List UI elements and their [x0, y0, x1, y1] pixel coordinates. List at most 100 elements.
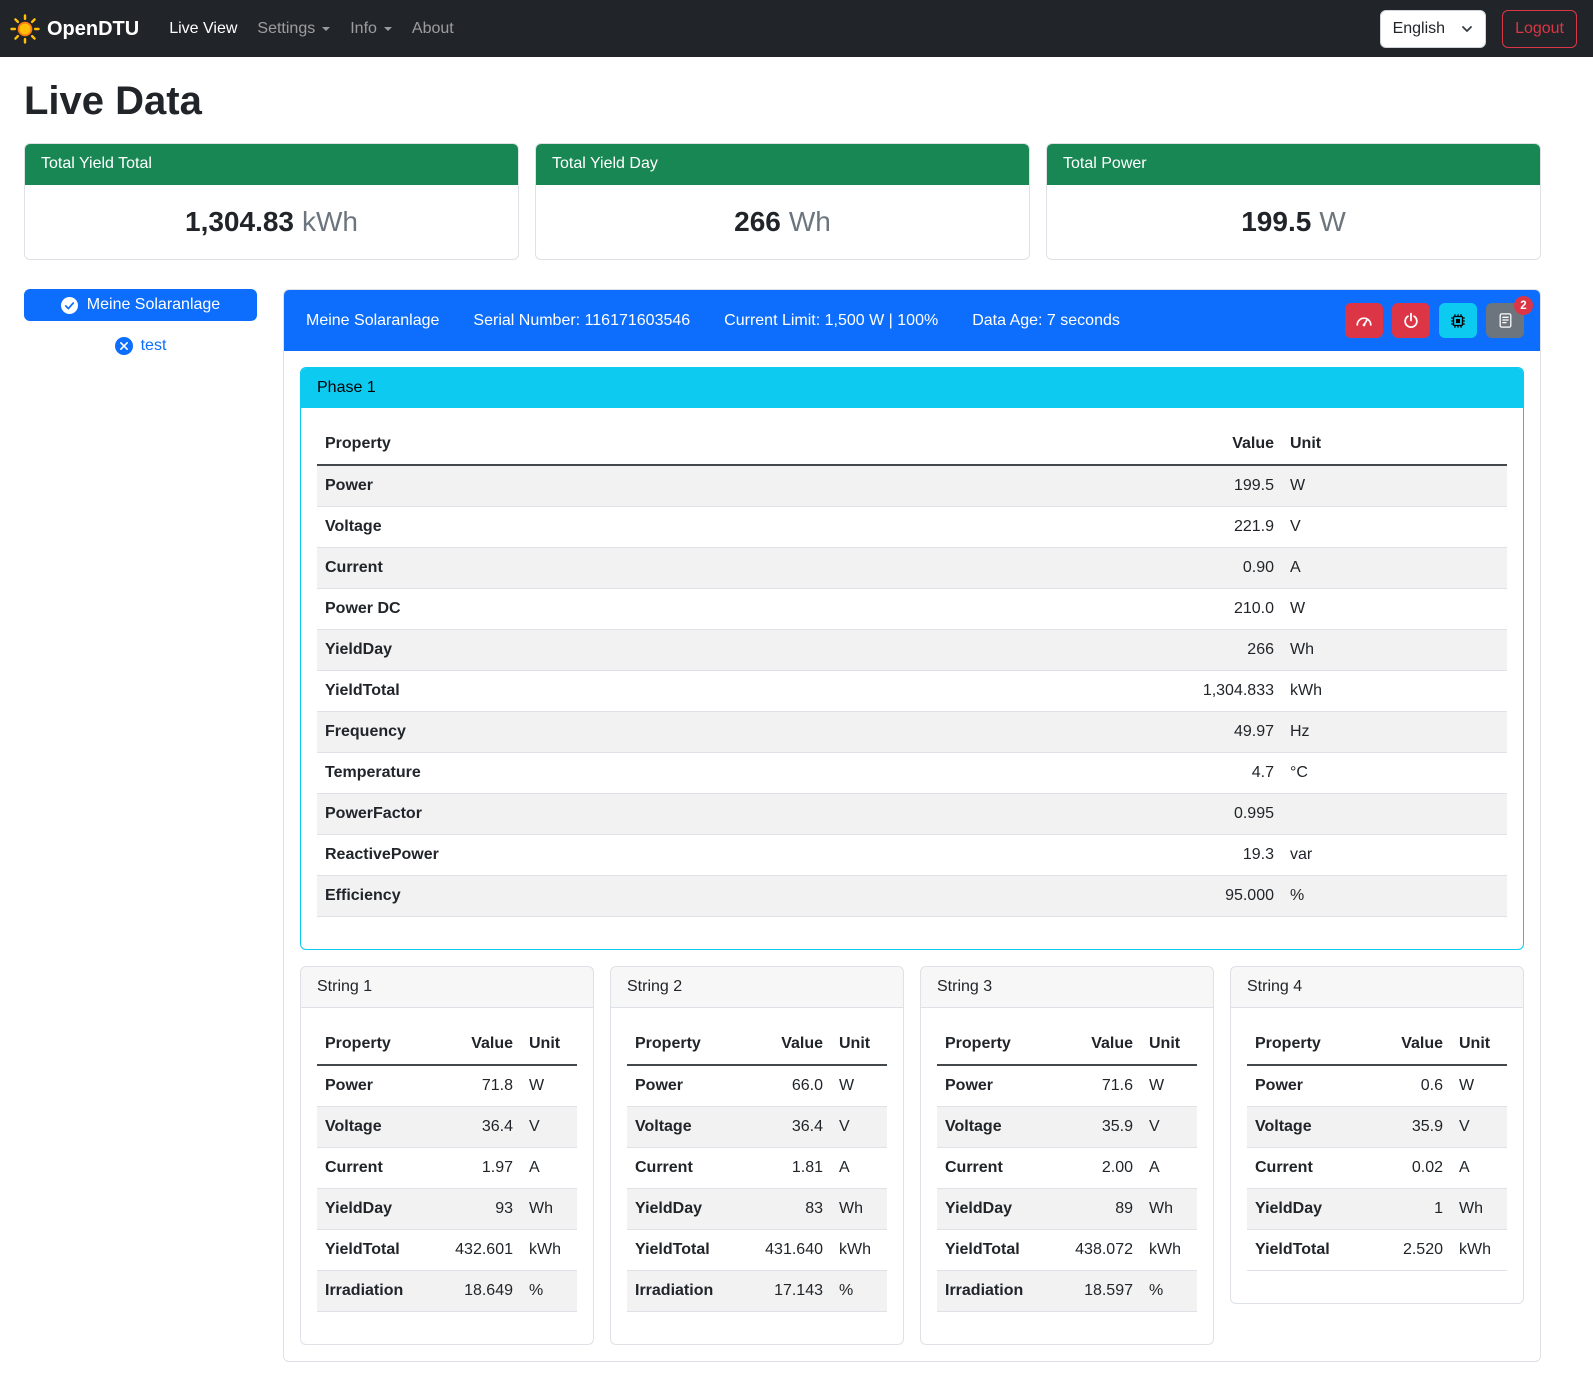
column-header-unit: Unit: [1141, 1024, 1197, 1065]
property-cell: Power: [317, 465, 1142, 507]
table-row: Current1.97A: [317, 1148, 577, 1189]
table-row: Current0.02A: [1247, 1148, 1507, 1189]
string-table: PropertyValueUnitPower66.0WVoltage36.4VC…: [627, 1024, 887, 1312]
table-row: YieldTotal2.520kWh: [1247, 1230, 1507, 1271]
power-control-button[interactable]: [1392, 303, 1430, 338]
value-cell: 18.649: [441, 1271, 521, 1312]
device-info-button[interactable]: [1439, 303, 1477, 338]
strings-row: String 1PropertyValueUnitPower71.8WVolta…: [300, 966, 1524, 1345]
property-cell: Voltage: [1247, 1107, 1371, 1148]
string-card: String 1 PropertyValueUnitPower71.8WVolta…: [300, 966, 594, 1345]
table-row: Power66.0W: [627, 1065, 887, 1107]
value-cell: 66.0: [751, 1065, 831, 1107]
table-header-row: PropertyValueUnit: [317, 1024, 577, 1065]
inverter-item-meine-solaranlage[interactable]: Meine Solaranlage: [24, 289, 257, 321]
table-row: YieldDay266Wh: [317, 630, 1507, 671]
column-header-property: Property: [627, 1024, 751, 1065]
summary-card-title: Total Power: [1047, 144, 1540, 185]
column-header-unit: Unit: [1451, 1024, 1507, 1065]
table-row: ReactivePower19.3var: [317, 835, 1507, 876]
table-header-row: PropertyValueUnit: [1247, 1024, 1507, 1065]
string-card-body: PropertyValueUnitPower71.6WVoltage35.9VC…: [921, 1008, 1213, 1344]
serial-number: Serial Number: 116171603546: [473, 309, 690, 333]
navbar-right: English Logout: [1380, 10, 1577, 48]
event-log-button[interactable]: 2: [1486, 303, 1524, 338]
sun-logo-icon: [10, 14, 40, 44]
chevron-down-icon: [1461, 23, 1473, 35]
language-select-value: English: [1393, 17, 1445, 41]
property-cell: Frequency: [317, 712, 1142, 753]
value-cell: 0.995: [1142, 794, 1282, 835]
brand-link[interactable]: OpenDTU: [10, 14, 139, 44]
main-content: Live Data Total Yield Total 1,304.83kWh …: [0, 57, 1593, 1386]
column-header-unit: Unit: [831, 1024, 887, 1065]
unit-cell: %: [1282, 876, 1507, 917]
property-cell: Irradiation: [937, 1271, 1061, 1312]
unit-cell: [1282, 794, 1507, 835]
table-row: YieldTotal432.601kWh: [317, 1230, 577, 1271]
string-card: String 3PropertyValueUnitPower71.6WVolta…: [920, 966, 1214, 1345]
nav-item-info[interactable]: Info: [340, 9, 402, 49]
unit-cell: Wh: [1282, 630, 1507, 671]
property-cell: YieldDay: [317, 630, 1142, 671]
journal-icon: [1497, 312, 1514, 329]
unit-cell: kWh: [1451, 1230, 1507, 1271]
table-row: Power71.8W: [317, 1065, 577, 1107]
string-card-title: String 1: [301, 967, 593, 1008]
chevron-down-icon: [384, 27, 392, 31]
unit-cell: A: [831, 1148, 887, 1189]
nav-item-live-view[interactable]: Live View: [159, 9, 247, 49]
property-cell: YieldDay: [627, 1189, 751, 1230]
unit-cell: %: [831, 1271, 887, 1312]
unit-cell: Wh: [1141, 1189, 1197, 1230]
summary-value-unit: Wh: [789, 206, 831, 237]
value-cell: 19.3: [1142, 835, 1282, 876]
inverter-name: Meine Solaranlage: [306, 309, 439, 333]
unit-cell: A: [521, 1148, 577, 1189]
unit-cell: kWh: [831, 1230, 887, 1271]
value-cell: 266: [1142, 630, 1282, 671]
language-select[interactable]: English: [1380, 10, 1486, 48]
unit-cell: W: [1282, 465, 1507, 507]
total-yield-day-card: Total Yield Day 266Wh: [535, 143, 1030, 260]
value-cell: 1,304.833: [1142, 671, 1282, 712]
property-cell: Current: [627, 1148, 751, 1189]
summary-cards: Total Yield Total 1,304.83kWh Total Yiel…: [24, 143, 1541, 260]
value-cell: 1.97: [441, 1148, 521, 1189]
table-row: Efficiency95.000%: [317, 876, 1507, 917]
string-card: String 2PropertyValueUnitPower66.0WVolta…: [610, 966, 904, 1345]
summary-value-unit: kWh: [302, 206, 358, 237]
column-header-value: Value: [751, 1024, 831, 1065]
property-cell: YieldTotal: [317, 671, 1142, 712]
phase-table-body: Power199.5WVoltage221.9VCurrent0.90APowe…: [317, 465, 1507, 917]
value-cell: 4.7: [1142, 753, 1282, 794]
table-row: Irradiation18.597%: [937, 1271, 1197, 1312]
property-cell: Efficiency: [317, 876, 1142, 917]
string-table: PropertyValueUnitPower0.6WVoltage35.9VCu…: [1247, 1024, 1507, 1271]
column-header-value: Value: [441, 1024, 521, 1065]
limit-settings-button[interactable]: [1345, 303, 1383, 338]
data-age: Data Age: 7 seconds: [972, 309, 1120, 333]
gauge-icon: [1355, 312, 1373, 330]
table-row: YieldDay89Wh: [937, 1189, 1197, 1230]
logout-button[interactable]: Logout: [1502, 10, 1577, 48]
nav-item-label: Info: [350, 20, 377, 37]
unit-cell: W: [831, 1065, 887, 1107]
unit-cell: kWh: [521, 1230, 577, 1271]
property-cell: Voltage: [627, 1107, 751, 1148]
string-table-body: Power71.8WVoltage36.4VCurrent1.97AYieldD…: [317, 1065, 577, 1312]
phase-card-body: Property Value Unit Power199.5WVoltage22…: [301, 408, 1523, 949]
value-cell: 83: [751, 1189, 831, 1230]
table-row: Voltage35.9V: [937, 1107, 1197, 1148]
inverter-item-test[interactable]: test: [115, 334, 167, 358]
value-cell: 71.8: [441, 1065, 521, 1107]
property-cell: YieldTotal: [627, 1230, 751, 1271]
table-row: Current2.00A: [937, 1148, 1197, 1189]
column-header-unit: Unit: [521, 1024, 577, 1065]
table-header-row: Property Value Unit: [317, 424, 1507, 465]
string-table-body: Power0.6WVoltage35.9VCurrent0.02AYieldDa…: [1247, 1065, 1507, 1271]
summary-value-number: 266: [734, 206, 781, 237]
column-header-value: Value: [1142, 424, 1282, 465]
nav-item-settings[interactable]: Settings: [247, 9, 340, 49]
nav-item-about[interactable]: About: [402, 9, 464, 49]
